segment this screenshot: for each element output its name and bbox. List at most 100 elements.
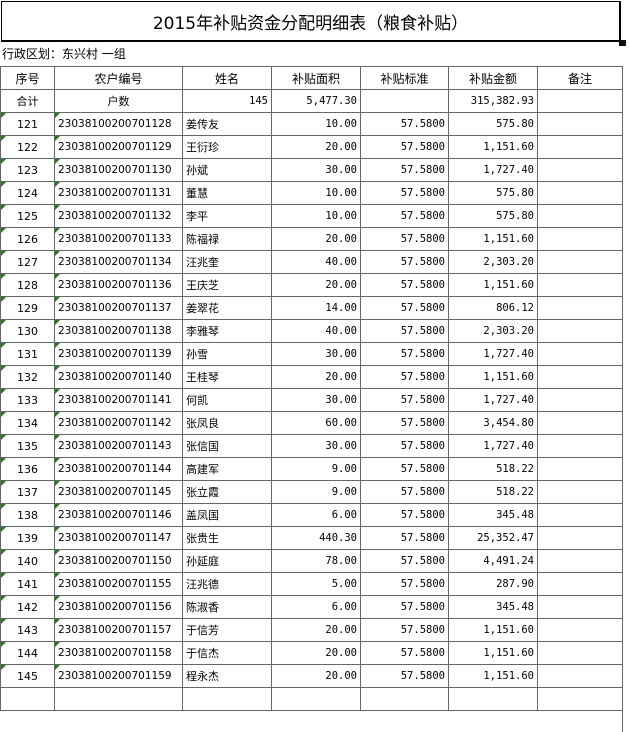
farmer-code-cell[interactable]: 23038100200701147 [54, 526, 183, 550]
remark-cell[interactable] [537, 411, 623, 435]
farmer-code-cell[interactable]: 23038100200701134 [54, 250, 183, 274]
header-seq[interactable]: 序号 [0, 66, 55, 90]
remark-cell[interactable] [537, 388, 623, 412]
name-cell[interactable]: 汪兆德 [182, 572, 272, 596]
name-cell[interactable]: 董慧 [182, 181, 272, 205]
name-cell[interactable]: 李平 [182, 204, 272, 228]
name-cell[interactable]: 盖凤国 [182, 503, 272, 527]
farmer-code-cell[interactable]: 23038100200701133 [54, 227, 183, 251]
name-cell[interactable]: 张信国 [182, 434, 272, 458]
farmer-code-cell[interactable]: 23038100200701155 [54, 572, 183, 596]
remark-cell[interactable] [537, 273, 623, 297]
amount-cell[interactable]: 287.90 [448, 572, 538, 596]
summary-remark-cell[interactable] [537, 89, 623, 113]
farmer-code-cell[interactable]: 23038100200701144 [54, 457, 183, 481]
rate-cell[interactable]: 57.5800 [360, 204, 449, 228]
farmer-code-cell[interactable]: 23038100200701141 [54, 388, 183, 412]
name-cell[interactable]: 王衍珍 [182, 135, 272, 159]
farmer-code-cell[interactable]: 23038100200701142 [54, 411, 183, 435]
area-cell[interactable]: 20.00 [271, 365, 361, 389]
area-cell[interactable]: 10.00 [271, 181, 361, 205]
seq-cell[interactable]: 142 [0, 595, 55, 619]
seq-cell[interactable]: 136 [0, 457, 55, 481]
rate-cell[interactable]: 57.5800 [360, 227, 449, 251]
seq-cell[interactable]: 139 [0, 526, 55, 550]
farmer-code-cell[interactable]: 23038100200701128 [54, 112, 183, 136]
name-cell[interactable]: 王庆芝 [182, 273, 272, 297]
area-cell[interactable]: 30.00 [271, 342, 361, 366]
name-cell[interactable]: 张立霞 [182, 480, 272, 504]
remark-cell[interactable] [537, 457, 623, 481]
seq-cell[interactable]: 144 [0, 641, 55, 665]
area-cell[interactable]: 6.00 [271, 595, 361, 619]
seq-cell[interactable]: 129 [0, 296, 55, 320]
rate-cell[interactable]: 57.5800 [360, 112, 449, 136]
seq-cell[interactable]: 138 [0, 503, 55, 527]
name-cell[interactable]: 王桂琴 [182, 365, 272, 389]
rate-cell[interactable]: 57.5800 [360, 342, 449, 366]
amount-cell[interactable]: 575.80 [448, 181, 538, 205]
rate-cell[interactable]: 57.5800 [360, 434, 449, 458]
seq-cell[interactable]: 128 [0, 273, 55, 297]
farmer-code-cell[interactable]: 23038100200701131 [54, 181, 183, 205]
amount-cell[interactable]: 345.48 [448, 595, 538, 619]
seq-cell[interactable]: 137 [0, 480, 55, 504]
area-cell[interactable]: 20.00 [271, 641, 361, 665]
header-amount[interactable]: 补贴金额 [448, 66, 538, 90]
remark-cell[interactable] [537, 664, 623, 688]
area-cell[interactable]: 20.00 [271, 664, 361, 688]
header-name[interactable]: 姓名 [182, 66, 272, 90]
rate-cell[interactable]: 57.5800 [360, 135, 449, 159]
name-cell[interactable]: 张贵生 [182, 526, 272, 550]
seq-cell[interactable]: 126 [0, 227, 55, 251]
amount-cell[interactable]: 575.80 [448, 112, 538, 136]
summary-area[interactable]: 5,477.30 [271, 89, 361, 113]
remark-cell[interactable] [537, 319, 623, 343]
rate-cell[interactable]: 57.5800 [360, 250, 449, 274]
name-cell[interactable]: 姜传友 [182, 112, 272, 136]
remark-cell[interactable] [537, 135, 623, 159]
name-cell[interactable]: 姜翠花 [182, 296, 272, 320]
remark-cell[interactable] [537, 158, 623, 182]
amount-cell[interactable]: 1,151.60 [448, 227, 538, 251]
seq-cell[interactable]: 143 [0, 618, 55, 642]
farmer-code-cell[interactable]: 23038100200701138 [54, 319, 183, 343]
remark-cell[interactable] [537, 572, 623, 596]
farmer-code-cell[interactable]: 23038100200701139 [54, 342, 183, 366]
area-cell[interactable]: 30.00 [271, 434, 361, 458]
summary-amount[interactable]: 315,382.93 [448, 89, 538, 113]
name-cell[interactable]: 孙延庭 [182, 549, 272, 573]
seq-cell[interactable]: 127 [0, 250, 55, 274]
amount-cell[interactable]: 1,727.40 [448, 342, 538, 366]
area-cell[interactable]: 78.00 [271, 549, 361, 573]
farmer-code-cell[interactable]: 23038100200701143 [54, 434, 183, 458]
remark-cell[interactable] [537, 641, 623, 665]
remark-cell[interactable] [537, 342, 623, 366]
seq-cell[interactable]: 131 [0, 342, 55, 366]
summary-households[interactable]: 145 [182, 89, 272, 113]
name-cell[interactable]: 孙雪 [182, 342, 272, 366]
seq-cell[interactable]: 124 [0, 181, 55, 205]
farmer-code-cell[interactable]: 23038100200701145 [54, 480, 183, 504]
name-cell[interactable]: 陈福禄 [182, 227, 272, 251]
area-cell[interactable]: 6.00 [271, 503, 361, 527]
remark-cell[interactable] [537, 549, 623, 573]
remark-cell[interactable] [537, 434, 623, 458]
seq-cell[interactable]: 135 [0, 434, 55, 458]
summary-label[interactable]: 合计 [0, 89, 55, 113]
remark-cell[interactable] [537, 250, 623, 274]
rate-cell[interactable]: 57.5800 [360, 664, 449, 688]
seq-cell[interactable]: 141 [0, 572, 55, 596]
summary-rate-cell[interactable] [360, 89, 449, 113]
header-remark[interactable]: 备注 [537, 66, 623, 90]
farmer-code-cell[interactable]: 23038100200701156 [54, 595, 183, 619]
amount-cell[interactable]: 575.80 [448, 204, 538, 228]
farmer-code-cell[interactable]: 23038100200701157 [54, 618, 183, 642]
amount-cell[interactable]: 25,352.47 [448, 526, 538, 550]
rate-cell[interactable]: 57.5800 [360, 296, 449, 320]
rate-cell[interactable]: 57.5800 [360, 319, 449, 343]
area-cell[interactable]: 14.00 [271, 296, 361, 320]
rate-cell[interactable]: 57.5800 [360, 572, 449, 596]
seq-cell[interactable]: 145 [0, 664, 55, 688]
empty-cell[interactable] [182, 687, 272, 711]
